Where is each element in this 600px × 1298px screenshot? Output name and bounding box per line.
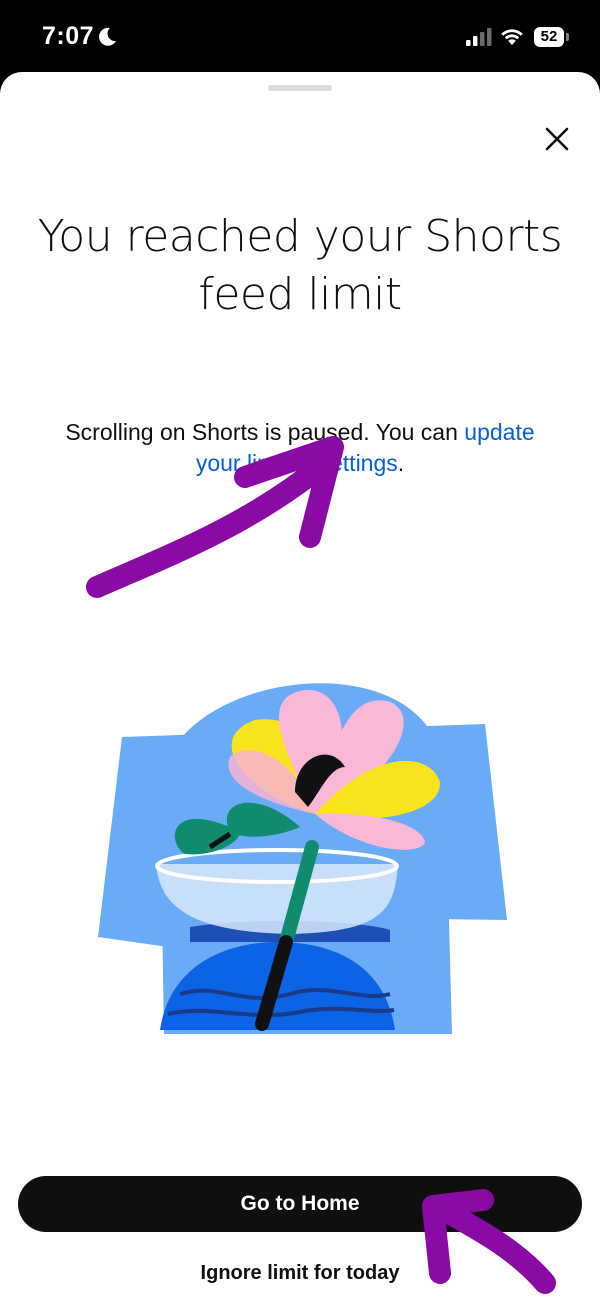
go-home-button[interactable]: Go to Home: [18, 1176, 582, 1232]
status-time: 7:07: [42, 22, 95, 50]
signal-icon: [466, 28, 492, 46]
close-button[interactable]: [535, 117, 579, 161]
moon-icon: [99, 27, 116, 46]
status-bar: 7:07 52: [0, 0, 600, 72]
battery-level: 52: [540, 28, 558, 45]
flower-illustration: [98, 683, 507, 1034]
wifi-icon: [501, 29, 523, 45]
close-icon: [545, 127, 569, 151]
page-title: You reached your Shorts feed limit: [37, 211, 563, 320]
ignore-limit-link[interactable]: Ignore limit for today: [100, 1256, 500, 1290]
limit-message: Scrolling on Shorts is paused. You can u…: [40, 417, 560, 479]
limit-sheet: You reached your Shorts feed limit Scrol…: [0, 72, 600, 1298]
limit-message-text: Scrolling on Shorts is paused. You can: [65, 419, 465, 445]
battery-icon: 52: [534, 27, 570, 47]
limit-message-period: .: [397, 450, 405, 476]
sheet-grabber[interactable]: [268, 85, 332, 91]
